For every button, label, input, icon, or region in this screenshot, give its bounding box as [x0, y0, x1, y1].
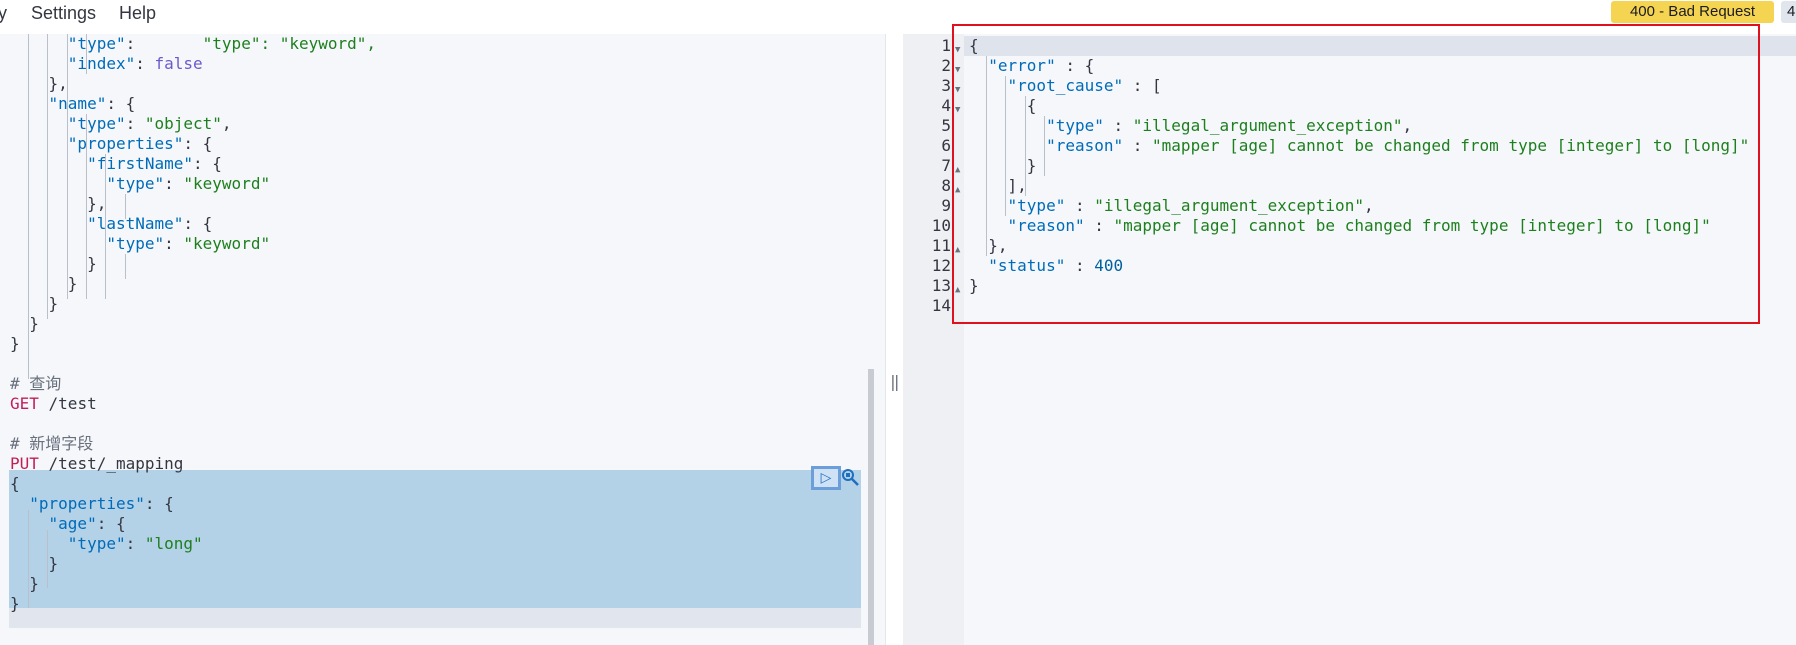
line-number: 11	[931, 236, 951, 255]
code-line: "age": {	[48, 514, 126, 533]
code-line: "name": {	[48, 94, 136, 113]
line-number: 1	[941, 36, 951, 55]
line-number: 2	[941, 56, 951, 75]
code-line: "lastName": {	[87, 214, 213, 233]
code-line: "index": false	[67, 54, 203, 73]
code-line: }	[10, 294, 59, 313]
line-number: 8	[941, 176, 951, 195]
run-request-button[interactable]: ▷	[811, 466, 841, 490]
error-annotation-box	[952, 24, 1760, 324]
code-line: }	[10, 554, 59, 573]
request-editor[interactable]: "type": "type": "keyword", "index": fals…	[0, 34, 885, 645]
pane-splitter[interactable]: ‖	[885, 34, 905, 645]
code-line: }	[10, 334, 20, 353]
editor-code[interactable]: "type": "type": "keyword", "index": fals…	[10, 34, 376, 614]
menu-help[interactable]: Help	[119, 3, 156, 24]
code-line: "type": "keyword"	[106, 174, 271, 193]
request-line: PUT /test/_mapping	[10, 454, 184, 473]
code-line: },	[10, 194, 107, 213]
code-line: "type": "type": "keyword",	[67, 34, 377, 53]
code-line: }	[10, 314, 39, 333]
code-line: }	[10, 574, 39, 593]
line-number: 3	[941, 76, 951, 95]
wrench-icon[interactable]	[841, 468, 861, 488]
code-line: "type": "keyword"	[106, 234, 271, 253]
code-line: }	[10, 594, 20, 613]
code-line: "type": "long"	[67, 534, 203, 553]
line-number: 6	[941, 136, 951, 155]
comment-line: # 查询	[10, 374, 62, 393]
code-line: "type": "object",	[67, 114, 232, 133]
code-line: },	[10, 74, 68, 93]
play-icon: ▷	[820, 470, 832, 486]
code-line: }	[10, 254, 97, 273]
menu-settings[interactable]: Settings	[31, 3, 96, 24]
code-line: "firstName": {	[87, 154, 222, 173]
request-line: GET /test	[10, 394, 97, 413]
line-number: 9	[941, 196, 951, 215]
status-badge: 400 - Bad Request	[1611, 1, 1774, 23]
duration-badge: 4	[1781, 1, 1796, 23]
line-number: 12	[931, 256, 951, 275]
line-number: 5	[941, 116, 951, 135]
comment-line: # 新增字段	[10, 434, 94, 453]
line-number: 14	[931, 296, 951, 315]
code-line: }	[10, 274, 78, 293]
line-number: 13	[931, 276, 951, 295]
code-line: {	[10, 474, 20, 493]
editor-scrollbar[interactable]	[868, 369, 874, 645]
menu-history[interactable]: y	[0, 3, 7, 24]
line-number: 7	[941, 156, 951, 175]
code-line: "properties": {	[29, 494, 174, 513]
line-number: 4	[941, 96, 951, 115]
resize-handle-icon[interactable]: ‖	[890, 372, 900, 391]
line-number: 10	[931, 216, 951, 235]
code-line: "properties": {	[67, 134, 213, 153]
